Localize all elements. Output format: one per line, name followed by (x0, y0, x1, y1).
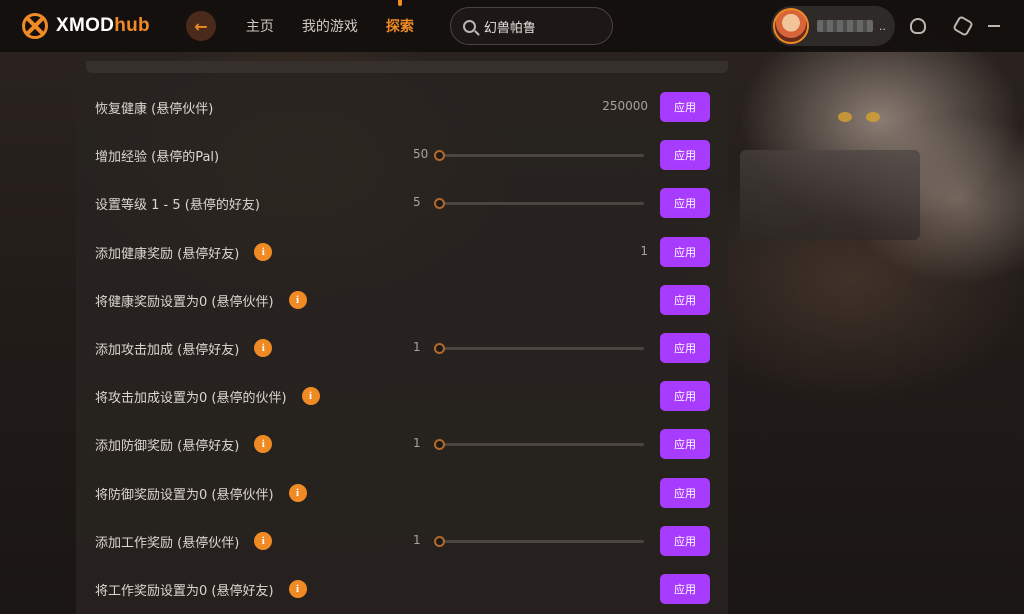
cheat-row: 设置等级 1 - 5 (悬停的好友) 5 应用 (95, 188, 710, 218)
username-redacted (817, 20, 873, 32)
info-icon[interactable]: i (254, 339, 273, 357)
cheat-label: 增加经验 (悬停的Pal) (95, 149, 220, 165)
top-header: XMODhub ← 主页 我的游戏 探索 .. (0, 0, 1024, 52)
slider-thumb[interactable] (434, 343, 445, 354)
cheat-row: 添加工作奖励 (悬停伙伴) i 1 应用 (95, 526, 710, 556)
nav-my-games[interactable]: 我的游戏 (302, 16, 358, 36)
cheat-row: 添加健康奖励 (悬停好友) i 1 应用 (95, 237, 710, 267)
slider-track[interactable] (434, 536, 644, 547)
slider-track[interactable] (434, 439, 644, 450)
settings-icon[interactable] (952, 15, 974, 37)
panel-top-edge (86, 61, 728, 73)
apply-button[interactable]: 应用 (660, 92, 710, 122)
info-icon[interactable]: i (288, 291, 307, 309)
search-icon (462, 19, 476, 33)
info-icon[interactable]: i (288, 580, 307, 598)
background-gun-image (740, 150, 920, 240)
search-box[interactable] (449, 7, 613, 45)
avatar[interactable] (773, 8, 809, 44)
slider-value: 1 (413, 340, 421, 354)
user-profile[interactable]: .. (771, 6, 895, 46)
slider-track[interactable] (434, 150, 644, 161)
search-input[interactable] (483, 18, 594, 34)
background-creature-eye (838, 112, 852, 122)
cheat-row: 添加攻击加成 (悬停好友) i 1 应用 (95, 333, 710, 363)
cheat-row: 将健康奖励设置为0 (悬停伙伴) i 应用 (95, 285, 710, 315)
slider-value: 1 (413, 533, 421, 547)
cheat-label: 恢复健康 (悬停伙伴) (95, 101, 214, 117)
info-icon[interactable]: i (254, 435, 273, 453)
info-icon[interactable]: i (301, 387, 320, 405)
apply-button[interactable]: 应用 (660, 478, 710, 508)
slider-value: 5 (413, 195, 421, 209)
logo[interactable]: XMODhub (22, 13, 150, 39)
apply-button[interactable]: 应用 (660, 285, 710, 315)
cheat-label: 将工作奖励设置为0 (悬停好友) (95, 583, 274, 599)
apply-button[interactable]: 应用 (660, 237, 710, 267)
cheat-row: 将防御奖励设置为0 (悬停伙伴) i 应用 (95, 478, 710, 508)
cheat-label: 添加工作奖励 (悬停伙伴) (95, 535, 240, 551)
apply-button[interactable]: 应用 (660, 381, 710, 411)
slider-thumb[interactable] (434, 150, 445, 161)
apply-button[interactable]: 应用 (660, 140, 710, 170)
info-icon[interactable]: i (254, 532, 273, 550)
logo-mark-icon (22, 13, 48, 39)
logo-text-accent: hub (114, 15, 150, 36)
cheat-label: 添加防御奖励 (悬停好友) (95, 438, 240, 454)
cheat-label: 将防御奖励设置为0 (悬停伙伴) (95, 487, 274, 503)
user-more-indicator: .. (879, 19, 886, 33)
slider-thumb[interactable] (434, 536, 445, 547)
slider-track[interactable] (434, 343, 644, 354)
info-icon[interactable]: i (254, 243, 273, 261)
minimize-icon[interactable] (988, 25, 1000, 27)
cheat-row: 恢复健康 (悬停伙伴) 250000 应用 (95, 92, 710, 122)
cheat-row: 增加经验 (悬停的Pal) 50 应用 (95, 140, 710, 170)
apply-button[interactable]: 应用 (660, 188, 710, 218)
slider-thumb[interactable] (434, 198, 445, 209)
slider-thumb[interactable] (434, 439, 445, 450)
cheat-row: 添加防御奖励 (悬停好友) i 1 应用 (95, 429, 710, 459)
slider-value: 50 (413, 147, 429, 161)
nav-explore[interactable]: 探索 (386, 16, 414, 36)
apply-button[interactable]: 应用 (660, 333, 710, 363)
cheat-label: 将攻击加成设置为0 (悬停的伙伴) (95, 390, 287, 406)
value-input[interactable]: 1 (640, 244, 648, 258)
cheat-label: 设置等级 1 - 5 (悬停的好友) (95, 197, 260, 213)
value-input[interactable]: 250000 (602, 99, 648, 113)
apply-button[interactable]: 应用 (660, 429, 710, 459)
background-creature-eye (866, 112, 880, 122)
nav-home[interactable]: 主页 (246, 16, 274, 36)
back-arrow-icon[interactable]: ← (185, 11, 216, 41)
notification-icon[interactable] (910, 18, 926, 34)
cheat-label: 添加攻击加成 (悬停好友) (95, 342, 240, 358)
cheat-row: 将工作奖励设置为0 (悬停好友) i 应用 (95, 574, 710, 604)
apply-button[interactable]: 应用 (660, 526, 710, 556)
slider-value: 1 (413, 436, 421, 450)
cheat-label: 将健康奖励设置为0 (悬停伙伴) (95, 294, 274, 310)
cheat-label: 添加健康奖励 (悬停好友) (95, 246, 240, 262)
main-nav: 主页 我的游戏 探索 (246, 16, 442, 36)
apply-button[interactable]: 应用 (660, 574, 710, 604)
slider-track[interactable] (434, 198, 644, 209)
cheat-row: 将攻击加成设置为0 (悬停的伙伴) i 应用 (95, 381, 710, 411)
logo-text: XMOD (56, 15, 115, 36)
info-icon[interactable]: i (288, 484, 307, 502)
